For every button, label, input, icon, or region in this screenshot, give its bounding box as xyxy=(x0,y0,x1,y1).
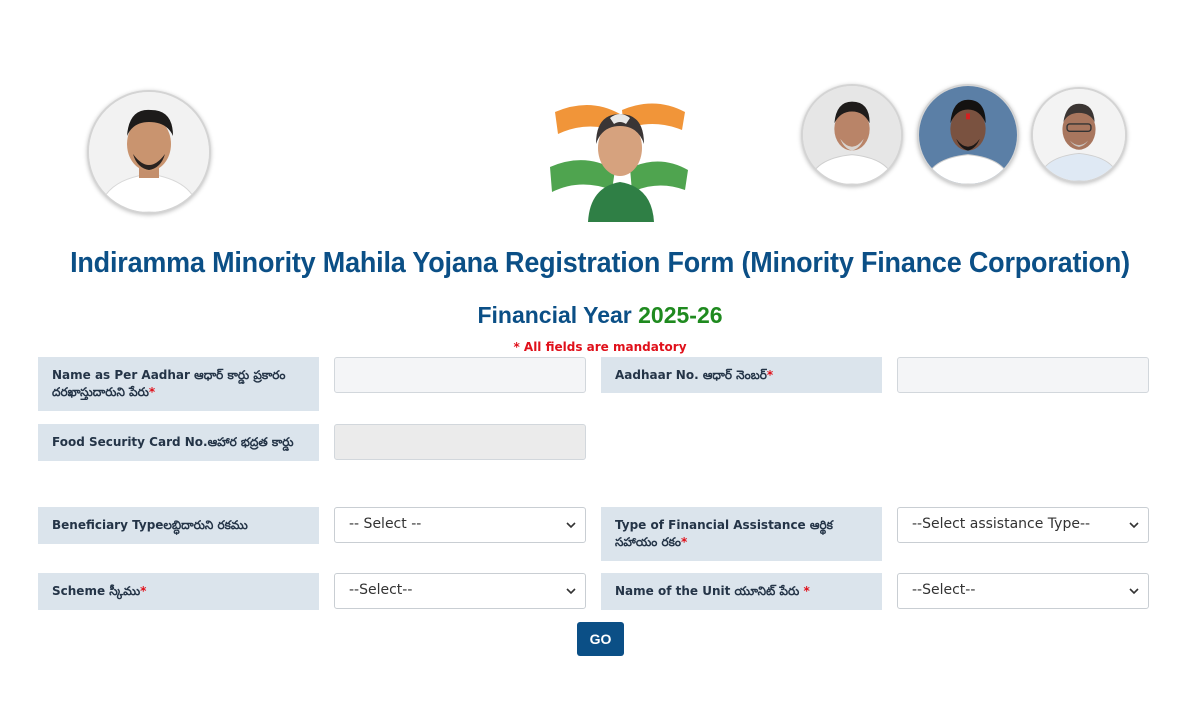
name-label-text: Name as Per Aadhar ఆధార్ కార్డు ప్రకారం … xyxy=(52,368,286,399)
scheme-select[interactable]: --Select-- xyxy=(334,573,586,609)
portrait-leader-4 xyxy=(1031,87,1127,183)
beneficiary-type-value: -- Select -- xyxy=(349,516,422,532)
assistance-type-select[interactable]: --Select assistance Type-- xyxy=(897,507,1149,543)
aadhaar-label-text: Aadhaar No. ఆధార్ నెంబర్ xyxy=(615,368,767,382)
scheme-label: Scheme స్కీము* xyxy=(38,573,319,610)
required-mark: * xyxy=(148,385,156,399)
required-mark: * xyxy=(140,584,147,598)
beneficiary-type-label-text: Beneficiary Typeలబ్ధిదారుని రకము xyxy=(52,518,248,532)
financial-year-label: Financial Year xyxy=(477,302,632,328)
go-button[interactable]: GO xyxy=(577,622,624,656)
chevron-down-icon xyxy=(1129,522,1139,529)
scheme-label-text: Scheme స్కీము xyxy=(52,584,141,598)
chevron-down-icon xyxy=(566,588,576,595)
indira-gandhi-emblem xyxy=(540,92,700,222)
aadhaar-input[interactable] xyxy=(897,357,1149,393)
unit-name-value: --Select-- xyxy=(912,582,976,598)
required-mark: * xyxy=(680,535,688,549)
person-icon xyxy=(1033,89,1125,181)
financial-year-heading: Financial Year 2025-26 xyxy=(0,302,1200,329)
assistance-type-label-text: Type of Financial Assistance ఆర్థిక సహాయ… xyxy=(615,518,833,549)
assistance-type-label: Type of Financial Assistance ఆర్థిక సహాయ… xyxy=(601,507,882,561)
food-card-label-text: Food Security Card No.ఆహార భద్రత కార్డు xyxy=(52,435,294,449)
portrait-leader-3 xyxy=(917,84,1019,186)
aadhaar-label: Aadhaar No. ఆధార్ నెంబర్* xyxy=(601,357,882,393)
person-icon xyxy=(89,92,209,212)
chevron-down-icon xyxy=(566,522,576,529)
unit-name-label: Name of the Unit యూనిట్ పేరు * xyxy=(601,573,882,610)
page-title: Indiramma Minority Mahila Yojana Registr… xyxy=(70,247,1130,279)
scheme-value: --Select-- xyxy=(349,582,413,598)
required-mark: * xyxy=(766,368,774,382)
unit-name-select[interactable]: --Select-- xyxy=(897,573,1149,609)
beneficiary-type-select[interactable]: -- Select -- xyxy=(334,507,586,543)
food-card-label: Food Security Card No.ఆహార భద్రత కార్డు xyxy=(38,424,319,461)
financial-year-value: 2025-26 xyxy=(638,302,723,328)
person-icon xyxy=(803,86,901,184)
portrait-leader-2 xyxy=(801,84,903,186)
name-input[interactable] xyxy=(334,357,586,393)
portrait-chief-minister xyxy=(87,90,211,214)
name-label: Name as Per Aadhar ఆధార్ కార్డు ప్రకారం … xyxy=(38,357,319,411)
person-icon xyxy=(919,86,1017,184)
unit-name-label-text: Name of the Unit యూనిట్ పేరు xyxy=(615,584,804,598)
chevron-down-icon xyxy=(1129,588,1139,595)
beneficiary-type-label: Beneficiary Typeలబ్ధిదారుని రకము xyxy=(38,507,319,544)
assistance-type-value: --Select assistance Type-- xyxy=(912,516,1091,532)
mandatory-note: * All fields are mandatory xyxy=(513,340,687,354)
food-card-input[interactable] xyxy=(334,424,586,460)
required-mark: * xyxy=(803,584,810,598)
